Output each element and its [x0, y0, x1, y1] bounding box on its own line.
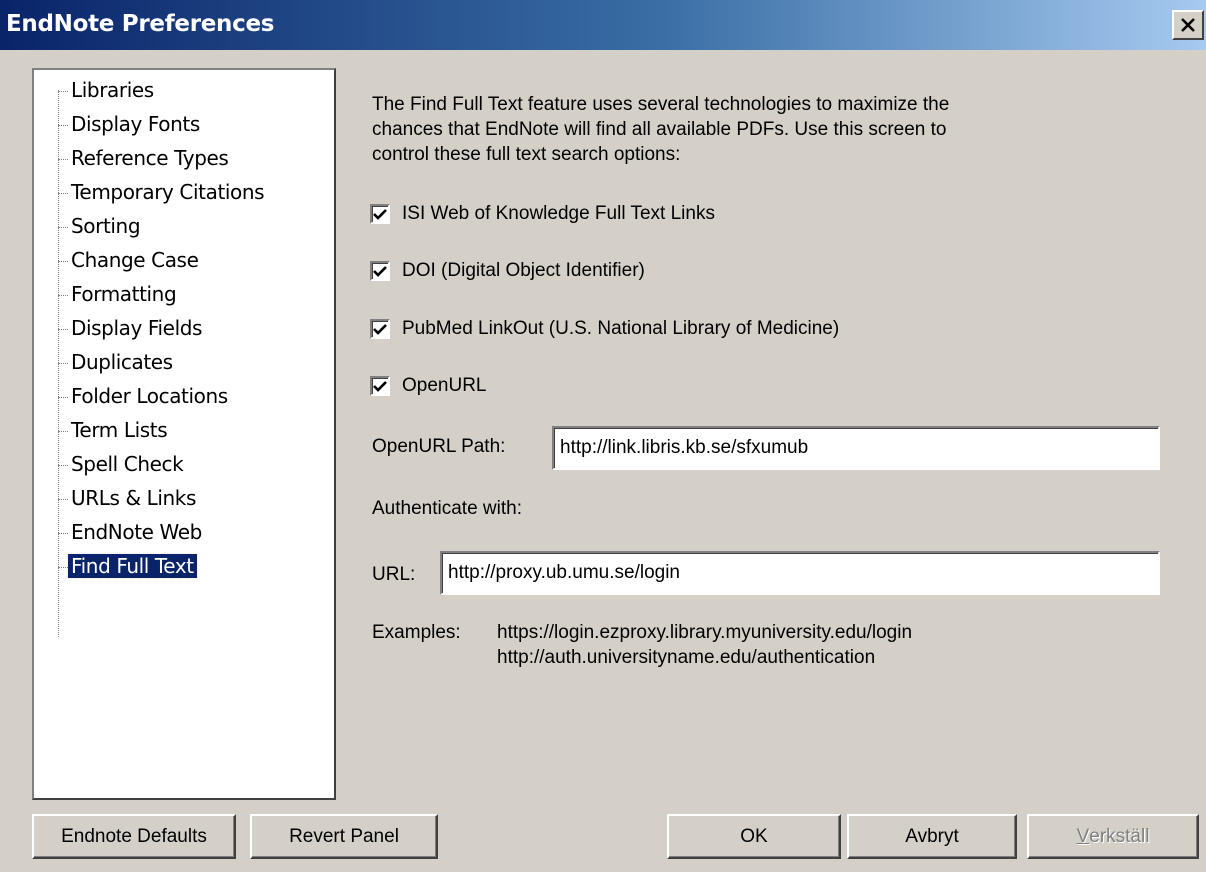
panel-description: The Find Full Text feature uses several …: [372, 92, 1092, 167]
pubmed-label: PubMed LinkOut (U.S. National Library of…: [402, 318, 840, 339]
title-bar: EndNote Preferences: [0, 0, 1206, 50]
url-input[interactable]: http://proxy.ub.umu.se/login: [440, 551, 1160, 595]
authenticate-label: Authenticate with:: [372, 498, 522, 519]
revert-panel-button[interactable]: Revert Panel: [250, 814, 438, 859]
checkmark-icon: [373, 266, 387, 277]
example-url-1: https://login.ezproxy.library.myuniversi…: [497, 622, 913, 643]
isi-web-checkbox[interactable]: [370, 204, 390, 224]
preferences-tree[interactable]: Libraries Display Fonts Reference Types …: [32, 68, 336, 800]
checkmark-icon: [373, 209, 387, 220]
tree-item-duplicates[interactable]: Duplicates: [58, 345, 176, 379]
tree-item-urls-links[interactable]: URLs & Links: [58, 481, 199, 515]
cancel-button[interactable]: Avbryt: [847, 814, 1017, 859]
pubmed-checkbox[interactable]: [370, 319, 390, 339]
tree-item-formatting[interactable]: Formatting: [58, 277, 179, 311]
openurl-path-input[interactable]: http://link.libris.kb.se/sfxumub: [552, 426, 1160, 470]
tree-item-display-fonts[interactable]: Display Fonts: [58, 107, 203, 141]
doi-label: DOI (Digital Object Identifier): [402, 260, 645, 281]
description-line: chances that EndNote will find all avail…: [372, 119, 947, 140]
tree-item-change-case[interactable]: Change Case: [58, 243, 201, 277]
tree-item-folder-locations[interactable]: Folder Locations: [58, 379, 231, 413]
window-title: EndNote Preferences: [6, 11, 275, 37]
example-url-2: http://auth.universityname.edu/authentic…: [497, 647, 876, 668]
ok-button[interactable]: OK: [667, 814, 841, 859]
endnote-defaults-button[interactable]: Endnote Defaults: [32, 814, 236, 859]
doi-checkbox[interactable]: [370, 261, 390, 281]
tree-item-find-full-text[interactable]: Find Full Text: [58, 549, 198, 583]
isi-web-checkbox-row[interactable]: ISI Web of Knowledge Full Text Links: [370, 200, 715, 228]
tree-item-reference-types[interactable]: Reference Types: [58, 141, 231, 175]
apply-button[interactable]: Verkställ: [1027, 814, 1199, 859]
description-line: control these full text search options:: [372, 144, 681, 165]
openurl-label: OpenURL: [402, 375, 487, 396]
tree-item-libraries[interactable]: Libraries: [58, 73, 157, 107]
tree-item-endnote-web[interactable]: EndNote Web: [58, 515, 205, 549]
examples-label: Examples:: [372, 622, 461, 643]
tree-item-spell-check[interactable]: Spell Check: [58, 447, 186, 481]
checkmark-icon: [373, 324, 387, 335]
close-button[interactable]: [1172, 10, 1204, 40]
tree-item-temporary-citations[interactable]: Temporary Citations: [58, 175, 267, 209]
doi-checkbox-row[interactable]: DOI (Digital Object Identifier): [370, 257, 645, 285]
tree-item-term-lists[interactable]: Term Lists: [58, 413, 170, 447]
tree-item-sorting[interactable]: Sorting: [58, 209, 143, 243]
openurl-path-label: OpenURL Path:: [372, 436, 506, 457]
openurl-checkbox[interactable]: [370, 376, 390, 396]
openurl-checkbox-row[interactable]: OpenURL: [370, 372, 487, 400]
url-label: URL:: [372, 564, 416, 585]
tree-item-display-fields[interactable]: Display Fields: [58, 311, 205, 345]
pubmed-checkbox-row[interactable]: PubMed LinkOut (U.S. National Library of…: [370, 315, 839, 343]
checkmark-icon: [373, 381, 387, 392]
description-line: The Find Full Text feature uses several …: [372, 94, 950, 115]
isi-web-label: ISI Web of Knowledge Full Text Links: [402, 203, 715, 224]
close-icon: [1181, 18, 1195, 32]
